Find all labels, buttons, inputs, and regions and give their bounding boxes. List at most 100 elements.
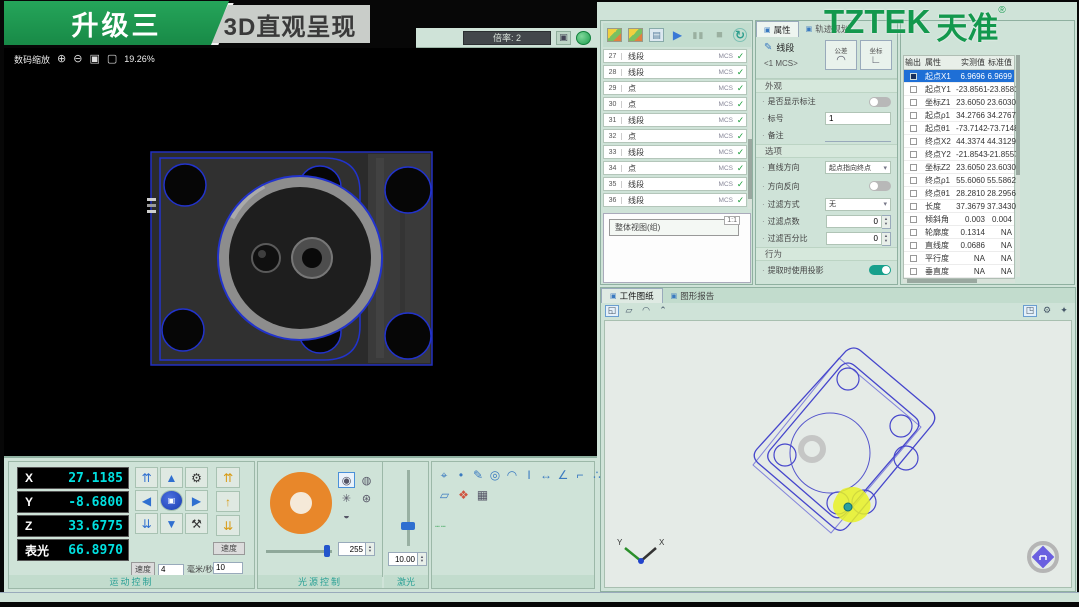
- use-projection-toggle[interactable]: [869, 265, 891, 275]
- arc-tool-icon[interactable]: ◠: [506, 468, 518, 483]
- jog-up-fast-button[interactable]: ⇈: [135, 467, 158, 488]
- view3d-canvas[interactable]: Y X: [604, 320, 1072, 588]
- fit-view-icon[interactable]: ◳: [1023, 305, 1037, 317]
- light-intensity-stepper[interactable]: ▲▼: [366, 542, 375, 556]
- calculator-icon[interactable]: ▦: [476, 488, 489, 502]
- feature-row[interactable]: 34 点 MCS ✓: [603, 161, 747, 175]
- expand-icon[interactable]: ⌃: [656, 305, 670, 317]
- pause-icon[interactable]: ▮▮: [691, 28, 706, 42]
- live-status-icon[interactable]: [576, 31, 591, 45]
- z-up-fast-button[interactable]: ⇈: [216, 467, 240, 488]
- zoom-window-icon[interactable]: ◱: [605, 305, 619, 317]
- coaxial-light-icon[interactable]: ◉: [338, 472, 355, 488]
- multi-segment-light-icon[interactable]: ⊛: [358, 490, 375, 506]
- feature-row[interactable]: 31 线段 MCS ✓: [603, 113, 747, 127]
- z-speed-input[interactable]: [213, 562, 243, 574]
- laser-power-stepper[interactable]: ▲▼: [418, 552, 427, 566]
- feature-row[interactable]: 32 点 MCS ✓: [603, 129, 747, 143]
- laser-power-slider[interactable]: [401, 470, 415, 546]
- stop-icon[interactable]: ■: [712, 28, 727, 42]
- edit-program-icon[interactable]: [628, 28, 643, 42]
- run-icon[interactable]: ▶: [670, 28, 685, 42]
- ring-light-icon[interactable]: ◍: [358, 472, 375, 488]
- reverse-direction-toggle[interactable]: [869, 181, 891, 191]
- output-checkbox[interactable]: [910, 177, 917, 184]
- output-checkbox[interactable]: [910, 86, 917, 93]
- group-view-item[interactable]: 整体视图(组) 1:1: [609, 219, 739, 236]
- loop-icon[interactable]: ↻: [733, 28, 747, 42]
- one-to-one-icon[interactable]: ▢: [107, 54, 117, 65]
- filter-mode-select[interactable]: 无 ▾: [825, 198, 891, 211]
- show-annotation-toggle[interactable]: [869, 97, 891, 107]
- width-tool-icon[interactable]: ↔: [540, 468, 552, 483]
- view-settings-icon[interactable]: ⚙: [1040, 305, 1054, 317]
- laser-power-input[interactable]: [388, 552, 418, 566]
- ring-light-diagram[interactable]: [270, 472, 332, 534]
- speed-input[interactable]: [158, 564, 184, 576]
- zoom-out-icon[interactable]: ⊖: [73, 54, 82, 65]
- feature-list-scrollbar[interactable]: [748, 49, 752, 209]
- index-input[interactable]: [825, 112, 891, 125]
- save-icon[interactable]: ▤: [649, 28, 664, 42]
- slider-handle[interactable]: [324, 545, 330, 557]
- output-checkbox[interactable]: [910, 255, 917, 262]
- output-checkbox[interactable]: [910, 73, 917, 80]
- output-checkbox[interactable]: [910, 125, 917, 132]
- point-tool-icon[interactable]: •: [455, 468, 467, 483]
- feature-row[interactable]: 36 线段 MCS ✓: [603, 193, 747, 207]
- result-row[interactable]: 垂直度 NA NA: [904, 265, 1014, 278]
- line-tool-icon[interactable]: ✎: [472, 468, 484, 483]
- z-down-fast-button[interactable]: ⇊: [216, 515, 240, 536]
- smart-measure-icon[interactable]: ❖: [457, 488, 470, 502]
- bottom-light-icon[interactable]: ◒: [338, 508, 355, 524]
- coordinate-system-icon[interactable]: ⌖: [438, 468, 450, 483]
- output-checkbox[interactable]: [910, 99, 917, 106]
- properties-tab[interactable]: ▣ 属性: [756, 21, 799, 37]
- jog-tools-button[interactable]: ⚒: [185, 513, 208, 534]
- result-row[interactable]: 终点X2 44.3374 44.3129: [904, 135, 1014, 148]
- output-checkbox[interactable]: [910, 203, 917, 210]
- zoom-in-icon[interactable]: ⊕: [57, 54, 66, 65]
- fit-view-icon[interactable]: ▣: [89, 54, 99, 65]
- scatter-tool-icon[interactable]: ∴: [591, 468, 603, 483]
- magnification-selector[interactable]: 倍率: 2: [463, 31, 551, 45]
- result-row[interactable]: 平行度 NA NA: [904, 252, 1014, 265]
- output-checkbox[interactable]: [910, 138, 917, 145]
- refresh-view-icon[interactable]: ✦: [1057, 305, 1071, 317]
- output-checkbox[interactable]: [910, 151, 917, 158]
- jog-up-button[interactable]: ▲: [160, 467, 183, 488]
- view3d-tab[interactable]: ▣ 工件图纸: [601, 288, 663, 303]
- z-up-button[interactable]: ↑: [216, 491, 240, 512]
- result-row[interactable]: 终点Y2 -21.8543 -21.8557: [904, 148, 1014, 161]
- jog-down-fast-button[interactable]: ⇊: [135, 513, 158, 534]
- light-intensity-slider[interactable]: [266, 545, 332, 557]
- angle-tool-icon[interactable]: ∠: [557, 468, 569, 483]
- result-row[interactable]: 坐标Z1 23.6050 23.6030: [904, 96, 1014, 109]
- distance-tool-icon[interactable]: I: [523, 468, 535, 483]
- result-row[interactable]: 倾斜角 0.003 0.004: [904, 213, 1014, 226]
- jog-down-button[interactable]: ▼: [160, 513, 183, 534]
- corner-tool-icon[interactable]: ⌐: [574, 468, 586, 483]
- jog-stop-button[interactable]: ▣: [160, 490, 183, 511]
- output-checkbox[interactable]: [910, 268, 917, 275]
- output-checkbox[interactable]: [910, 216, 917, 223]
- remark-input[interactable]: [825, 130, 891, 142]
- nav-cube-button[interactable]: [1029, 543, 1057, 571]
- quad-light-icon[interactable]: ✳: [338, 490, 355, 506]
- output-checkbox[interactable]: [910, 164, 917, 171]
- result-row[interactable]: 起点X1 6.9696 6.9699: [904, 70, 1014, 83]
- feature-row[interactable]: 27 线段 MCS ✓: [603, 49, 747, 63]
- result-row[interactable]: 直线度 0.0686 NA: [904, 239, 1014, 252]
- results-vertical-scrollbar[interactable]: [1016, 55, 1020, 277]
- result-row[interactable]: 起点θ1 -73.7142 -73.7148: [904, 122, 1014, 135]
- circle-tool-icon[interactable]: ◎: [489, 468, 501, 483]
- feature-row[interactable]: 28 线段 MCS ✓: [603, 65, 747, 79]
- output-checkbox[interactable]: [910, 242, 917, 249]
- view3d-tab[interactable]: ▣ 图形报告: [663, 288, 723, 303]
- filter-points-stepper[interactable]: ▲▼: [826, 215, 891, 229]
- camera-icon[interactable]: ▣: [556, 31, 571, 45]
- feature-row[interactable]: 29 点 MCS ✓: [603, 81, 747, 95]
- wireframe-icon[interactable]: ▱: [622, 305, 636, 317]
- jog-left-button[interactable]: ◀: [135, 490, 158, 511]
- result-row[interactable]: 起点Y1 -23.8561 -23.8581: [904, 83, 1014, 96]
